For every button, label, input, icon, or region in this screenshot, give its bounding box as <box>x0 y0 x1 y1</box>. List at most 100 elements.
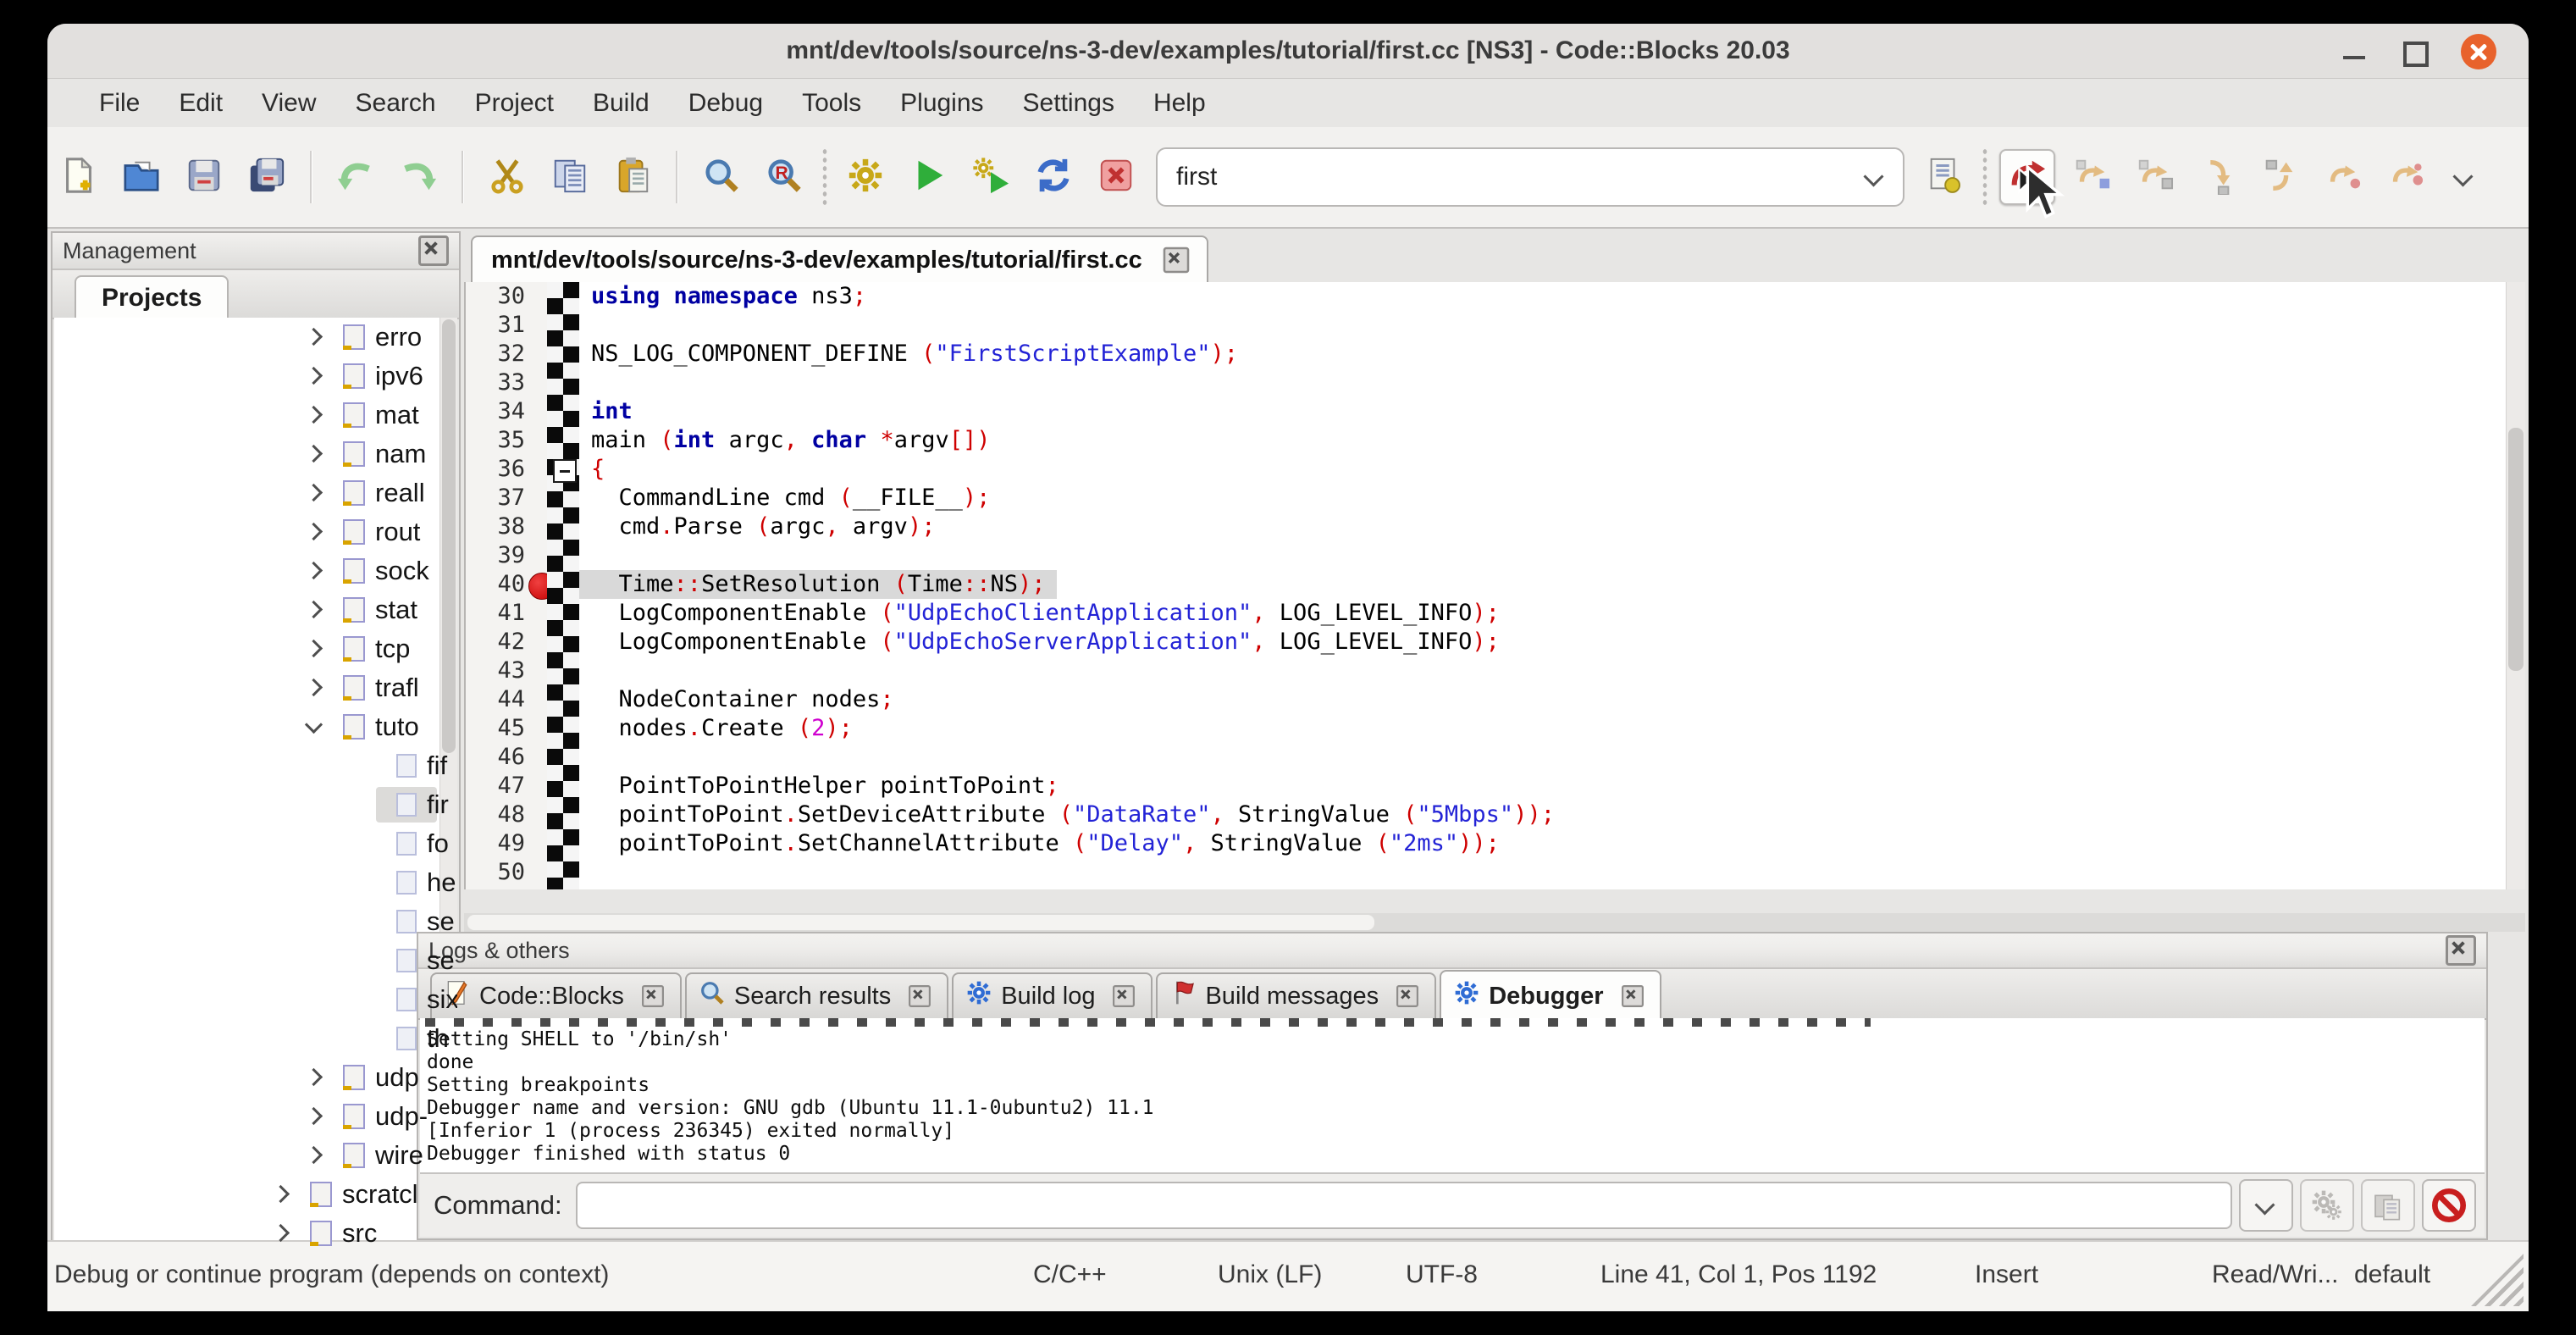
chevron-right-icon[interactable] <box>306 601 323 618</box>
build-and-run-button[interactable] <box>965 151 1017 203</box>
line-number[interactable]: 31 <box>466 311 547 340</box>
chevron-right-icon[interactable] <box>306 640 323 657</box>
redo-button[interactable] <box>392 151 445 203</box>
line-number[interactable]: 43 <box>466 656 547 685</box>
chevron-down-icon[interactable] <box>1864 166 1886 188</box>
menu-build[interactable]: Build <box>573 89 669 118</box>
chevron-down-icon[interactable] <box>306 718 323 735</box>
code-line-51[interactable]: NetDeviceContainer devices; <box>579 887 2507 889</box>
next-line-button[interactable] <box>2128 151 2181 203</box>
code-line-47[interactable]: PointToPointHelper pointToPoint; <box>579 772 2507 800</box>
cut-button[interactable] <box>481 151 533 203</box>
line-number[interactable]: 44 <box>466 685 547 714</box>
menu-search[interactable]: Search <box>336 89 456 118</box>
tree-item-wire[interactable]: wire <box>54 1136 457 1175</box>
menu-settings[interactable]: Settings <box>1003 89 1134 118</box>
tab-projects[interactable]: Projects <box>75 275 229 318</box>
next-instruction-button[interactable] <box>2316 151 2369 203</box>
run-button[interactable] <box>902 151 954 203</box>
code-editor[interactable]: 3031323334353637383940414243444546474849… <box>464 282 2525 889</box>
editor-vertical-scrollbar[interactable] <box>2506 282 2525 889</box>
log-tab-search-results[interactable]: Search results <box>685 972 948 1018</box>
chevron-right-icon[interactable] <box>306 329 323 346</box>
logs-close-icon[interactable] <box>2446 935 2476 966</box>
menu-plugins[interactable]: Plugins <box>881 89 1003 118</box>
chevron-right-icon[interactable] <box>306 368 323 385</box>
tree-item-tuto[interactable]: tuto <box>54 707 457 746</box>
code-line-31[interactable] <box>579 311 2507 340</box>
code-area[interactable]: using namespace ns3; NS_LOG_COMPONENT_DEF… <box>579 282 2507 889</box>
tree-item-trafl[interactable]: trafl <box>54 668 457 707</box>
line-number[interactable]: 30 <box>466 282 547 311</box>
tree-item-ipv6[interactable]: ipv6 <box>54 357 457 396</box>
new-file-button[interactable] <box>53 151 105 203</box>
search-options-button[interactable] <box>1918 151 1971 203</box>
menu-edit[interactable]: Edit <box>159 89 242 118</box>
chevron-right-icon[interactable] <box>306 1147 323 1164</box>
log-tab-debugger[interactable]: Debugger <box>1440 970 1661 1018</box>
menu-view[interactable]: View <box>242 89 335 118</box>
code-line-39[interactable] <box>579 541 2507 570</box>
debugger-settings-button[interactable] <box>2300 1179 2354 1232</box>
chevron-right-icon[interactable] <box>306 446 323 463</box>
tree-item-erro[interactable]: erro <box>54 318 457 357</box>
rebuild-button[interactable] <box>1027 151 1080 203</box>
code-line-35[interactable]: main (int argc, char *argv[]) <box>579 426 2507 455</box>
toolbar-overflow-button[interactable] <box>2438 151 2490 203</box>
command-history-dropdown[interactable] <box>2239 1179 2293 1232</box>
save-button[interactable] <box>178 151 230 203</box>
management-close-icon[interactable] <box>418 235 449 266</box>
tree-item-stat[interactable]: stat <box>54 590 457 629</box>
code-line-43[interactable] <box>579 656 2507 685</box>
line-number[interactable]: 39 <box>466 541 547 570</box>
code-line-42[interactable]: LogComponentEnable ("UdpEchoServerApplic… <box>579 628 2507 656</box>
code-line-38[interactable]: cmd.Parse (argc, argv); <box>579 512 2507 541</box>
code-line-34[interactable]: int <box>579 397 2507 426</box>
tree-item-tcp[interactable]: tcp <box>54 629 457 668</box>
line-number[interactable]: 46 <box>466 743 547 772</box>
search-combobox[interactable]: first <box>1156 147 1904 207</box>
find-button[interactable] <box>695 151 748 203</box>
undo-button[interactable] <box>329 151 382 203</box>
code-line-41[interactable]: LogComponentEnable ("UdpEchoClientApplic… <box>579 599 2507 628</box>
code-line-48[interactable]: pointToPoint.SetDeviceAttribute ("DataRa… <box>579 800 2507 829</box>
code-line-36[interactable]: { <box>579 455 2507 484</box>
step-out-button[interactable] <box>2253 151 2306 203</box>
chevron-right-icon[interactable] <box>306 1069 323 1086</box>
line-number[interactable]: 42 <box>466 628 547 656</box>
line-number[interactable]: 38 <box>466 512 547 541</box>
command-input[interactable] <box>576 1182 2232 1229</box>
open-file-button[interactable] <box>115 151 168 203</box>
resize-grip[interactable] <box>2471 1254 2523 1306</box>
tree-item-udp-[interactable]: udp- <box>54 1097 457 1136</box>
tree-item-scratcl[interactable]: scratcl <box>54 1175 457 1214</box>
log-tab-close-icon[interactable] <box>1396 985 1418 1007</box>
line-number[interactable]: 41 <box>466 599 547 628</box>
tree-item-reall[interactable]: reall <box>54 474 457 512</box>
chevron-right-icon[interactable] <box>306 485 323 501</box>
code-line-50[interactable] <box>579 858 2507 887</box>
menu-tools[interactable]: Tools <box>782 89 881 118</box>
abort-build-button[interactable] <box>1090 151 1142 203</box>
menu-project[interactable]: Project <box>456 89 573 118</box>
tree-item-se[interactable]: se <box>54 941 457 980</box>
replace-button[interactable]: R <box>758 151 810 203</box>
line-number[interactable]: 40 <box>466 570 547 599</box>
tree-item-nam[interactable]: nam <box>54 435 457 474</box>
chevron-right-icon[interactable] <box>306 523 323 540</box>
tree-item-mat[interactable]: mat <box>54 396 457 435</box>
line-number[interactable]: 47 <box>466 772 547 800</box>
code-line-33[interactable] <box>579 368 2507 397</box>
toolbar-grip[interactable] <box>821 147 829 207</box>
code-line-32[interactable]: NS_LOG_COMPONENT_DEFINE ("FirstScriptExa… <box>579 340 2507 368</box>
chevron-right-icon[interactable] <box>306 1108 323 1125</box>
tree-item-rout[interactable]: rout <box>54 512 457 551</box>
tree-item-fif[interactable]: fif <box>54 746 457 785</box>
editor-tab[interactable]: mnt/dev/tools/source/ns-3-dev/examples/t… <box>471 235 1208 282</box>
code-line-30[interactable]: using namespace ns3; <box>579 282 2507 311</box>
code-line-45[interactable]: nodes.Create (2); <box>579 714 2507 743</box>
log-tab-build-log[interactable]: Build log <box>952 972 1153 1018</box>
editor-tab-close-icon[interactable] <box>1163 247 1189 274</box>
line-number[interactable]: 35 <box>466 426 547 455</box>
code-line-44[interactable]: NodeContainer nodes; <box>579 685 2507 714</box>
